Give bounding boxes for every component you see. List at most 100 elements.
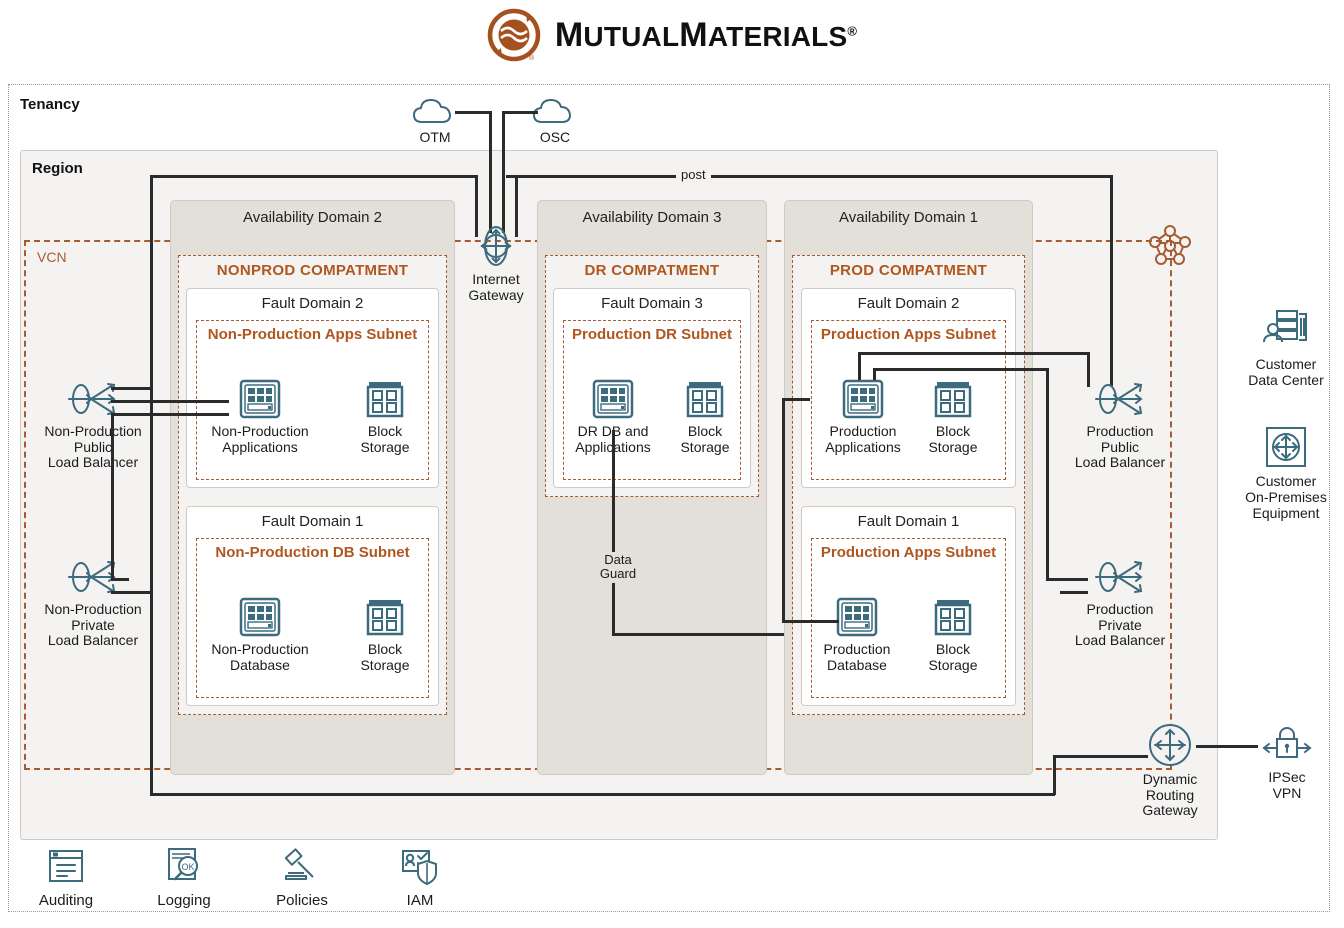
compute-icon: [238, 378, 282, 420]
connector-data-guard-v: [612, 430, 615, 635]
dynamic-routing-gateway-label: Dynamic Routing Gateway: [1142, 772, 1197, 819]
cloud-service-otm[interactable]: OTM: [380, 96, 490, 146]
production-database[interactable]: Production Database: [802, 596, 912, 673]
dynamic-routing-gateway-icon: [1147, 722, 1193, 768]
ipsec-vpn-icon: [1260, 722, 1314, 766]
ad1-fd2-title: Fault Domain 2: [802, 295, 1015, 312]
customer-on-premises-equipment-label: Customer On-Premises Equipment: [1245, 473, 1327, 521]
connector-otm-igw-h: [455, 111, 490, 114]
internet-gateway-icon: [475, 224, 517, 268]
nonprod-apps-block-storage[interactable]: Block Storage: [330, 378, 440, 455]
connector-prodapps-priv-h: [873, 368, 1048, 371]
database-icon: [835, 596, 879, 638]
ad2-fd1-title: Fault Domain 1: [187, 513, 438, 530]
auditing-label: Auditing: [39, 892, 93, 909]
cloud-service-osc[interactable]: OSC: [500, 96, 610, 146]
ad3-fd3-title: Fault Domain 3: [554, 295, 750, 312]
cloud-icon: [532, 96, 578, 126]
internet-gateway-label: Internet Gateway: [468, 272, 523, 303]
connector-priv-lb-in-top: [1046, 578, 1088, 581]
production-private-load-balancer[interactable]: Production Private Load Balancer: [1055, 556, 1185, 649]
connector-npub-lb-top: [111, 387, 151, 390]
connector-post-label: post: [676, 167, 711, 182]
nonprod-apps-block-storage-label: Block Storage: [360, 424, 409, 455]
iam-service[interactable]: IAM: [380, 845, 460, 909]
non-production-public-load-balancer[interactable]: Non-Production Public Load Balancer: [28, 378, 158, 471]
connector-priv-lb-in-bottom: [1060, 591, 1088, 594]
tenancy-label: Tenancy: [20, 96, 80, 113]
customer-data-center-label: Customer Data Center: [1248, 356, 1323, 388]
connector-bottom-spine-h: [150, 793, 1055, 796]
customer-on-premises-equipment[interactable]: Customer On-Premises Equipment: [1226, 425, 1344, 521]
connector-otm-igw-v: [489, 111, 492, 233]
logging-service[interactable]: OK Logging: [144, 845, 224, 909]
vcn-network-icon: [1146, 222, 1194, 270]
cloud-service-otm-label: OTM: [419, 130, 450, 146]
connector-npriv-lb-bottom: [111, 591, 151, 594]
connector-proddb-left-v: [782, 398, 785, 620]
compute-icon: [841, 378, 885, 420]
connector-npriv-lb-in: [111, 578, 129, 581]
policies-icon: [279, 845, 325, 889]
production-public-load-balancer[interactable]: Production Public Load Balancer: [1055, 378, 1185, 471]
production-apps-subnet-fd2-title: Production Apps Subnet: [812, 326, 1005, 343]
non-production-db-subnet-title: Non-Production DB Subnet: [197, 544, 428, 561]
nonprod-db-block-storage[interactable]: Block Storage: [330, 596, 440, 673]
availability-domain-1-title: Availability Domain 1: [785, 209, 1032, 226]
logging-icon: OK: [161, 845, 207, 889]
iam-icon: [397, 845, 443, 889]
dr-block-storage[interactable]: Block Storage: [650, 378, 760, 455]
brand-m2: M: [679, 16, 708, 54]
ipsec-vpn[interactable]: IPSec VPN: [1232, 722, 1342, 801]
connector-post-right-h: [506, 175, 1113, 178]
block-storage-icon: [931, 378, 975, 420]
non-production-private-load-balancer[interactable]: Non-Production Private Load Balancer: [28, 556, 158, 649]
data-guard-label: Data Guard: [590, 552, 646, 583]
auditing-service[interactable]: Auditing: [26, 845, 106, 909]
customer-data-center[interactable]: Customer Data Center: [1226, 308, 1344, 388]
on-premises-equipment-icon: [1263, 425, 1309, 469]
connector-prodapps-to-pub-lb-h: [858, 352, 1089, 355]
non-production-applications[interactable]: Non-Production Applications: [205, 378, 315, 455]
dr-block-storage-label: Block Storage: [680, 424, 729, 455]
mutual-materials-logo-icon: ®: [487, 8, 541, 62]
non-production-apps-subnet-title: Non-Production Apps Subnet: [197, 326, 428, 343]
prod-db-block-storage-label: Block Storage: [928, 642, 977, 673]
brand-aterials: ATERIALS: [708, 21, 848, 52]
database-icon: [591, 378, 635, 420]
connector-osc-igw-h: [504, 111, 538, 114]
brand-utual: UTUAL: [583, 21, 679, 52]
auditing-icon: [43, 845, 89, 889]
load-balancer-icon: [1092, 378, 1148, 420]
connector-proddb-to-prodapps-h: [782, 398, 810, 401]
block-storage-icon: [683, 378, 727, 420]
ad1-fd1-title: Fault Domain 1: [802, 513, 1015, 530]
region-label: Region: [32, 160, 83, 177]
nonprod-db-block-storage-label: Block Storage: [360, 642, 409, 673]
database-icon: [238, 596, 282, 638]
brand-header: ® MUTUALMATERIALS®: [0, 0, 1344, 70]
non-production-database[interactable]: Non-Production Database: [205, 596, 315, 673]
dr-compartment-title: DR COMPATMENT: [546, 262, 758, 279]
cloud-icon: [412, 96, 458, 126]
connector-npriv-lb-to-apps-h: [111, 413, 229, 416]
non-production-database-label: Non-Production Database: [211, 642, 308, 673]
production-dr-subnet-title: Production DR Subnet: [564, 326, 740, 343]
nonprod-compartment-title: NONPROD COMPATMENT: [179, 262, 446, 279]
connector-post-left-h: [150, 175, 477, 178]
internet-gateway[interactable]: Internet Gateway: [441, 224, 551, 303]
ad2-fd2-title: Fault Domain 2: [187, 295, 438, 312]
production-applications-label: Production Applications: [825, 424, 901, 455]
connector-left-spine-v: [150, 175, 153, 795]
prod-db-block-storage[interactable]: Block Storage: [898, 596, 1008, 673]
non-production-private-load-balancer-label: Non-Production Private Load Balancer: [44, 602, 141, 649]
policies-service[interactable]: Policies: [262, 845, 342, 909]
connector-npub-lb-to-apps: [111, 400, 229, 403]
non-production-public-load-balancer-label: Non-Production Public Load Balancer: [44, 424, 141, 471]
connector-osc-igw-v: [502, 111, 505, 233]
connector-priv-lb-riser: [1046, 368, 1049, 579]
dynamic-routing-gateway[interactable]: Dynamic Routing Gateway: [1115, 722, 1225, 819]
production-apps-subnet-fd1-title: Production Apps Subnet: [812, 544, 1005, 561]
prod-apps-block-storage[interactable]: Block Storage: [898, 378, 1008, 455]
brand-wordmark: MUTUALMATERIALS®: [555, 16, 857, 55]
